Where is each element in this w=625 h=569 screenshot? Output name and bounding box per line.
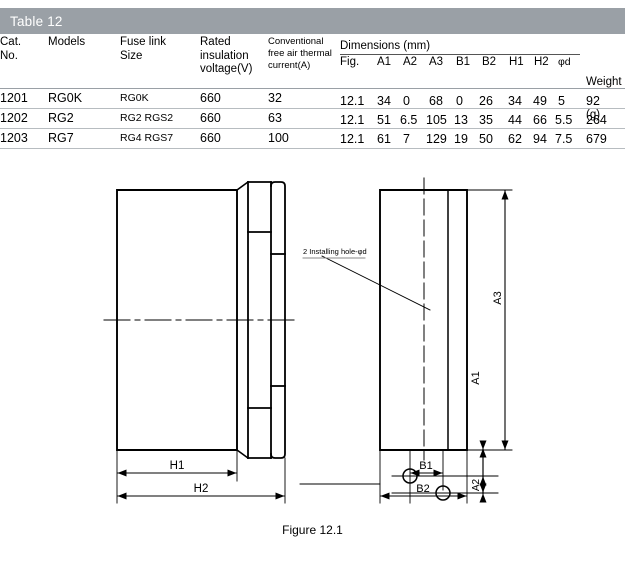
val-b1: 13	[454, 113, 468, 127]
cell-weight-value: 264	[586, 113, 607, 127]
label-h2: H2	[194, 483, 209, 495]
dimension-b1	[410, 469, 443, 477]
header-cat-no: Cat. No.	[0, 36, 48, 89]
val-phi-d: 7.5	[555, 132, 573, 146]
val-a3: 105	[426, 113, 447, 127]
subheader-b1: B1	[456, 56, 471, 68]
val-b2: 26	[479, 94, 493, 108]
val-h2: 49	[533, 94, 547, 108]
val-a1: 61	[377, 132, 391, 146]
cell-models: RG0K	[48, 88, 120, 109]
dimensions-group-header: Dimensions (mm)	[340, 39, 582, 55]
cell-cat-no: 1202	[0, 108, 48, 129]
table-title: Table 12	[10, 13, 63, 29]
dimension-values-row: 12.1 34 0 68 0 26 34 49 5	[340, 92, 585, 111]
cell-rated-voltage: 660	[200, 108, 268, 129]
header-models: Models	[48, 36, 120, 89]
label-b1: B1	[419, 460, 432, 472]
val-phi-d: 5	[558, 94, 565, 108]
val-a2: 7	[403, 132, 410, 146]
cell-weight-value: 679	[586, 132, 607, 146]
dimension-values-row: 12.1 51 6.5 105 13 35 44 66 5.5	[340, 111, 585, 130]
val-b1: 19	[454, 132, 468, 146]
subheader-phi-d: φd	[558, 56, 571, 68]
val-b2: 50	[479, 132, 493, 146]
cell-rated-voltage: 660	[200, 88, 268, 109]
cell-conventional-current: 32	[268, 88, 340, 109]
label-a3: A3	[492, 291, 504, 304]
figure-12-1-svg: H1 H2 B1 B2 A2 A1 A3 2 Installing hole-φ…	[103, 177, 513, 504]
dimensions-subheaders: Fig. A1 A2 A3 B1 B2 H1 H2 φd	[340, 55, 585, 71]
subheader-a3: A3	[429, 56, 444, 68]
subheader-b2: B2	[482, 56, 497, 68]
cell-cat-no: 1201	[0, 88, 48, 109]
header-conventional-current: Conventional free air thermal current(A)	[268, 36, 340, 89]
hole-note-leader	[302, 255, 431, 311]
val-a3: 129	[426, 132, 447, 146]
val-b2: 35	[479, 113, 493, 127]
val-h1: 44	[508, 113, 522, 127]
table-banner: Table 12	[0, 8, 625, 34]
val-h1: 34	[508, 94, 522, 108]
dimension-values-row: 12.1 61 7 129 19 50 62 94 7.5	[340, 130, 585, 149]
page-root: Table 12 Cat. No. Models Fuse link Size	[0, 0, 625, 569]
subheader-a1: A1	[377, 56, 392, 68]
subheader-fig: Fig.	[340, 56, 360, 68]
cell-fuse-link-size: RG4 RGS7	[120, 128, 200, 149]
front-view-hole-leader-lines	[299, 475, 499, 494]
label-b2: B2	[416, 483, 429, 495]
header-fuse-link-size: Fuse link Size	[120, 36, 200, 89]
subheader-a2: A2	[403, 56, 418, 68]
val-a2: 0	[403, 94, 410, 108]
val-a1: 51	[377, 113, 391, 127]
cell-cat-no: 1203	[0, 128, 48, 149]
val-fig: 12.1	[340, 132, 365, 146]
cell-fuse-link-size: RG2 RGS2	[120, 108, 200, 129]
label-h1: H1	[170, 460, 185, 472]
cell-fuse-link-size: RG0K	[120, 88, 200, 109]
val-b1: 0	[456, 94, 463, 108]
technical-drawing: H1 H2 B1 B2 A2 A1 A3 2 Installing hole-φ…	[0, 168, 625, 569]
cell-weight-value: 92	[586, 94, 600, 108]
cell-conventional-current: 63	[268, 108, 340, 129]
val-a3: 68	[429, 94, 443, 108]
val-h1: 62	[508, 132, 522, 146]
front-view-hole-axes	[409, 449, 444, 504]
label-installing-hole-note: 2 Installing hole-φd	[303, 247, 367, 256]
label-a2: A2	[471, 478, 482, 491]
val-a1: 34	[377, 94, 391, 108]
header-weight-label: Weight	[586, 76, 622, 88]
val-fig: 12.1	[340, 113, 365, 127]
val-a2: 6.5	[400, 113, 418, 127]
val-fig: 12.1	[340, 94, 365, 108]
cell-models: RG7	[48, 128, 120, 149]
val-h2: 66	[533, 113, 547, 127]
cell-models: RG2	[48, 108, 120, 129]
header-rated-insulation-voltage: Rated insulation voltage(V)	[200, 36, 268, 89]
cell-conventional-current: 100	[268, 128, 340, 149]
val-h2: 94	[533, 132, 547, 146]
label-a1: A1	[470, 371, 482, 384]
cell-rated-voltage: 660	[200, 128, 268, 149]
figure-caption: Figure 12.1	[282, 523, 343, 537]
subheader-h1: H1	[509, 56, 524, 68]
spec-table-wrapper: Cat. No. Models Fuse link Size Rated ins…	[0, 36, 625, 149]
subheader-h2: H2	[534, 56, 549, 68]
val-phi-d: 5.5	[555, 113, 573, 127]
